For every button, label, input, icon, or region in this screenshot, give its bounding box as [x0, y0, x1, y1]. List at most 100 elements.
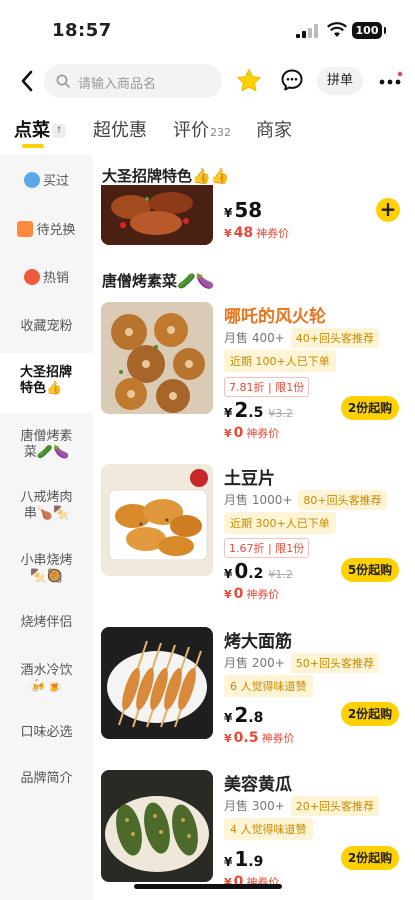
section-title-signature: 大圣招牌特色👍👍 — [102, 167, 230, 185]
add-to-cart-button[interactable]: + — [376, 198, 400, 222]
product-price: ¥0.2 ¥1.2 — [224, 559, 293, 583]
cucumber-image — [101, 770, 213, 882]
min-order-button[interactable]: 2份起购 — [341, 702, 399, 726]
repeat-customer-tag: 80+回头客推荐 — [298, 490, 387, 510]
product-image[interactable] — [101, 302, 213, 414]
coupon-price: ¥0 神券价 — [224, 425, 280, 441]
gluten-skewers-image — [101, 627, 213, 739]
product-sales: 月售 300+ 20+回头客推荐 — [224, 796, 379, 816]
sidebar-item-label: 特色👍 — [20, 381, 63, 396]
cellular-signal-icon — [296, 24, 318, 38]
min-order-button[interactable]: 2份起购 — [341, 396, 399, 420]
sidebar-item-hot[interactable]: 热销 — [0, 269, 93, 287]
search-icon — [56, 74, 70, 88]
lotus-root-image — [101, 302, 213, 414]
min-order-button[interactable]: 2份起购 — [341, 846, 399, 870]
sidebar-item-label: 热销 — [42, 271, 69, 286]
tab-order[interactable]: 点菜 ↑ — [14, 116, 66, 142]
sales-count: 月售 1000+ — [224, 493, 293, 507]
review-count: 232 — [210, 126, 231, 139]
sidebar-item-meat[interactable]: 八戒烤肉 串🍗🍢 — [0, 490, 93, 522]
sidebar-item-drinks[interactable]: 酒水冷饮 🍻🍺 — [0, 663, 93, 695]
sales-count: 月售 200+ — [224, 656, 285, 670]
sidebar-item-label: 🍻🍺 — [30, 679, 63, 694]
sidebar-item-veg[interactable]: 唐僧烤素 菜🥒🍆 — [0, 429, 93, 461]
sidebar-item-label: 小串烧烤 — [20, 553, 73, 568]
potato-slices-image — [101, 464, 213, 576]
sort-icon: ↑ — [52, 124, 66, 138]
price-int: 2 — [234, 398, 249, 422]
product-image[interactable] — [101, 627, 213, 739]
coupon-value: 0 — [233, 586, 244, 602]
flame-icon — [23, 269, 40, 285]
product-price: ¥58 — [224, 198, 263, 222]
product-list: 大圣招牌特色👍👍 ¥58 ¥48 神券价 + 唐僧烤素菜🥒🍆 哪吒的风火轮 月售… — [93, 155, 415, 900]
tab-merchant[interactable]: 商家 — [256, 116, 292, 142]
message-icon[interactable] — [280, 68, 304, 92]
sidebar-item-flavor[interactable]: 口味必选 — [0, 725, 93, 741]
product-sales: 月售 200+ 50+回头客推荐 — [224, 653, 379, 673]
product-image[interactable] — [101, 770, 213, 882]
coupon-label: 神券价 — [261, 732, 295, 745]
original-price: ¥1.2 — [268, 568, 293, 581]
product-image[interactable] — [101, 464, 213, 576]
home-indicator[interactable] — [134, 884, 282, 889]
product-price: ¥2.8 — [224, 703, 264, 727]
original-price: ¥3.2 — [268, 407, 293, 420]
sidebar-item-label: 菜🥒🍆 — [23, 445, 70, 460]
tab-reviews-label: 评价 — [173, 120, 209, 141]
sidebar-item-label: 串🍗🍢 — [23, 506, 70, 521]
discount-tag: 7.81折 | 限1份 — [224, 377, 310, 397]
discount-tag: 1.67折 | 限1份 — [224, 538, 310, 558]
limit-value: 限1份 — [275, 381, 305, 394]
sidebar-item-sides[interactable]: 烧烤伴侣 — [0, 615, 93, 631]
favorite-star-icon[interactable] — [236, 68, 262, 94]
tab-order-label: 点菜 — [14, 120, 50, 141]
sidebar-item-favorites[interactable]: 收藏宠粉 — [0, 319, 93, 335]
sidebar-item-redeem[interactable]: 待兑换 — [0, 221, 93, 239]
sidebar-item-brand[interactable]: 品牌简介 — [0, 771, 93, 787]
sales-count: 月售 400+ — [224, 331, 285, 345]
recent-orders-tag: 近期 100+人已下单 — [224, 350, 336, 372]
product-price: ¥1.9 — [224, 847, 264, 871]
sidebar-item-small-skewers[interactable]: 小串烧烤 🍢🥘 — [0, 553, 93, 585]
top-bar: 请输入商品名 拼单 — [0, 62, 415, 100]
product-name[interactable]: 美容黄瓜 — [224, 770, 292, 795]
sidebar-item-label: 买过 — [42, 174, 69, 189]
coupon-label: 神券价 — [256, 227, 290, 240]
back-arrow-icon[interactable] — [16, 68, 40, 94]
tab-bar: 点菜 ↑ 超优惠 评价232 商家 — [0, 112, 415, 150]
sales-count: 月售 300+ — [224, 799, 285, 813]
price-dec: .9 — [248, 854, 264, 870]
sidebar-item-signature[interactable]: 大圣招牌 特色👍 — [0, 353, 93, 413]
coupon-value: 48 — [233, 225, 254, 241]
sidebar-item-label: 大圣招牌 — [20, 365, 73, 380]
tab-reviews[interactable]: 评价232 — [173, 116, 231, 142]
rating-tag: 6 人觉得味道赞 — [224, 675, 313, 697]
product-name[interactable]: 哪吒的风火轮 — [224, 302, 326, 327]
price-dec: .2 — [248, 566, 264, 582]
coupon-value: 0 — [233, 425, 244, 441]
recent-orders-tag: 近期 300+人已下单 — [224, 512, 336, 534]
bag-icon — [23, 172, 40, 188]
product-name[interactable]: 土豆片 — [224, 464, 275, 489]
category-sidebar: 买过 待兑换 热销 收藏宠粉 大圣招牌 特色👍 唐僧烤素 菜🥒🍆 八戒烤肉 串🍗… — [0, 155, 93, 900]
sidebar-item-bought[interactable]: 买过 — [0, 172, 93, 190]
limit-value: 限1份 — [275, 542, 305, 555]
active-tab-indicator — [22, 144, 44, 148]
battery-icon: 100 — [352, 22, 386, 39]
price-int: 1 — [234, 847, 249, 871]
group-order-button[interactable]: 拼单 — [317, 67, 363, 95]
sidebar-item-label: 待兑换 — [36, 223, 76, 238]
more-options-icon[interactable] — [378, 71, 402, 91]
product-image[interactable] — [101, 185, 213, 245]
min-order-button[interactable]: 5份起购 — [341, 558, 399, 582]
sidebar-item-label: 🍢🥘 — [30, 569, 63, 584]
tab-deals[interactable]: 超优惠 — [93, 116, 147, 142]
product-name[interactable]: 烤大面筋 — [224, 627, 292, 652]
product-price: ¥2.5 ¥3.2 — [224, 398, 293, 422]
status-bar: 18:57 100 — [0, 0, 415, 58]
search-input[interactable]: 请输入商品名 — [44, 64, 222, 98]
coupon-label: 神券价 — [246, 588, 280, 601]
food-image — [101, 185, 213, 245]
